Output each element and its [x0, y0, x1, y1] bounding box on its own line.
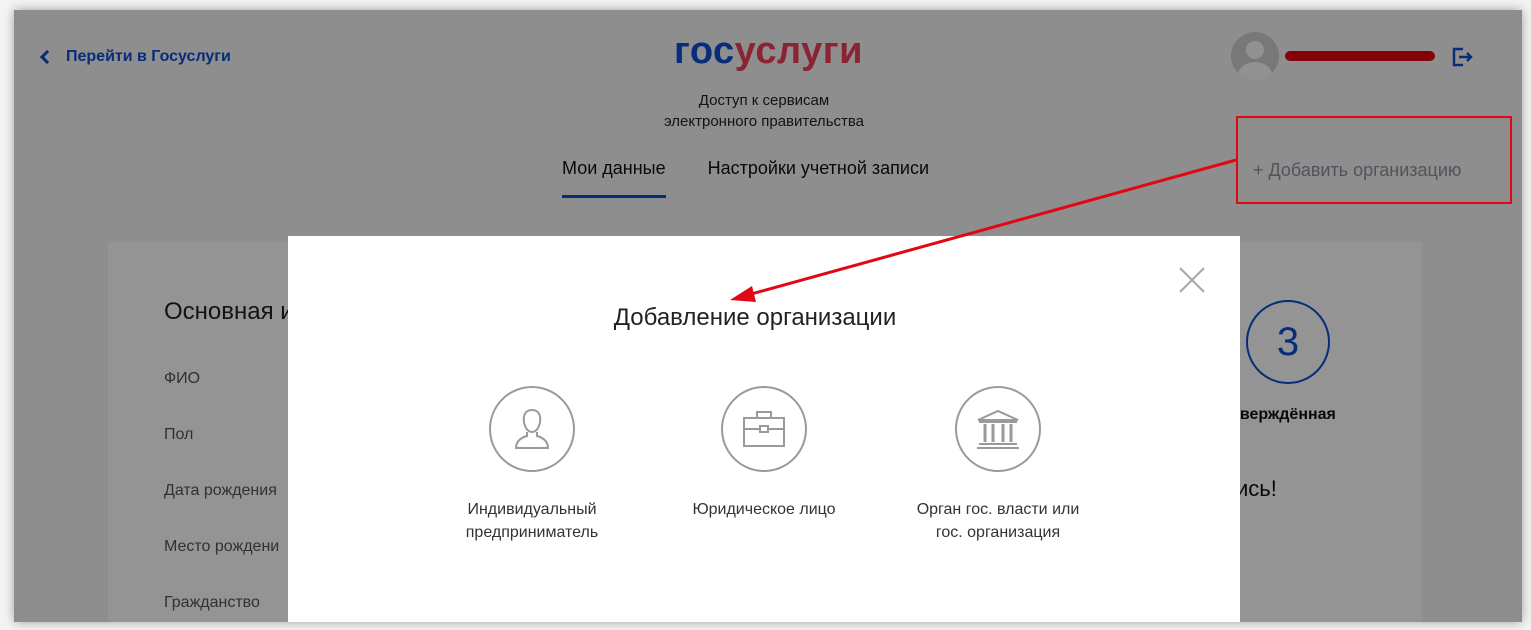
profile-tabs: Мои данные Настройки учетной записи [562, 158, 929, 198]
option-label: Индивидуальный предприниматель [465, 501, 599, 541]
user-menu[interactable] [1231, 32, 1473, 80]
modal-title: Добавление организации [613, 304, 897, 331]
annotation-highlight-box [1236, 116, 1512, 204]
account-level-badge: 3 [1246, 300, 1330, 384]
chevron-left-icon [39, 49, 55, 65]
back-link-label: Перейти в Госуслуги [66, 48, 231, 65]
field-label-birthplace: Место рождени [164, 538, 280, 555]
avatar[interactable] [1231, 32, 1279, 80]
close-icon[interactable] [1178, 266, 1206, 294]
option-label: Юридическое лицо [692, 501, 836, 518]
header-subtitle: Доступ к сервисам электронного правитель… [663, 92, 865, 130]
tab-my-data[interactable]: Мои данные [562, 158, 666, 198]
briefcase-icon [721, 386, 807, 472]
government-building-icon [955, 386, 1041, 472]
account-status-text: тверждённая [1232, 406, 1336, 423]
field-label-citizenship: Гражданство [164, 594, 260, 611]
gosuslugi-logo[interactable]: госуслуги [674, 30, 863, 73]
option-legal-entity[interactable]: Юридическое лицо [654, 386, 874, 521]
back-to-gosuslugi-link[interactable]: Перейти в Госуслуги [39, 48, 231, 66]
redacted-username [1285, 51, 1435, 61]
option-government-body[interactable]: Орган гос. власти или гос. организация [888, 386, 1108, 544]
browser-frame: Перейти в Госуслуги госуслуги Доступ к с… [14, 10, 1522, 622]
logout-icon[interactable] [1451, 46, 1473, 67]
section-title: Основная и [164, 298, 294, 325]
field-label-fio: ФИО [164, 370, 201, 387]
greeting-text: ись! [1236, 476, 1277, 501]
tab-account-settings[interactable]: Настройки учетной записи [708, 158, 929, 198]
add-organization-modal: Добавление организации Индивидуальный пр… [288, 236, 1240, 622]
option-individual-entrepreneur[interactable]: Индивидуальный предприниматель [422, 386, 642, 544]
option-label: Орган гос. власти или гос. организация [916, 501, 1080, 541]
field-label-birthdate: Дата рождения [164, 482, 277, 499]
field-label-gender: Пол [164, 426, 194, 443]
person-icon [489, 386, 575, 472]
